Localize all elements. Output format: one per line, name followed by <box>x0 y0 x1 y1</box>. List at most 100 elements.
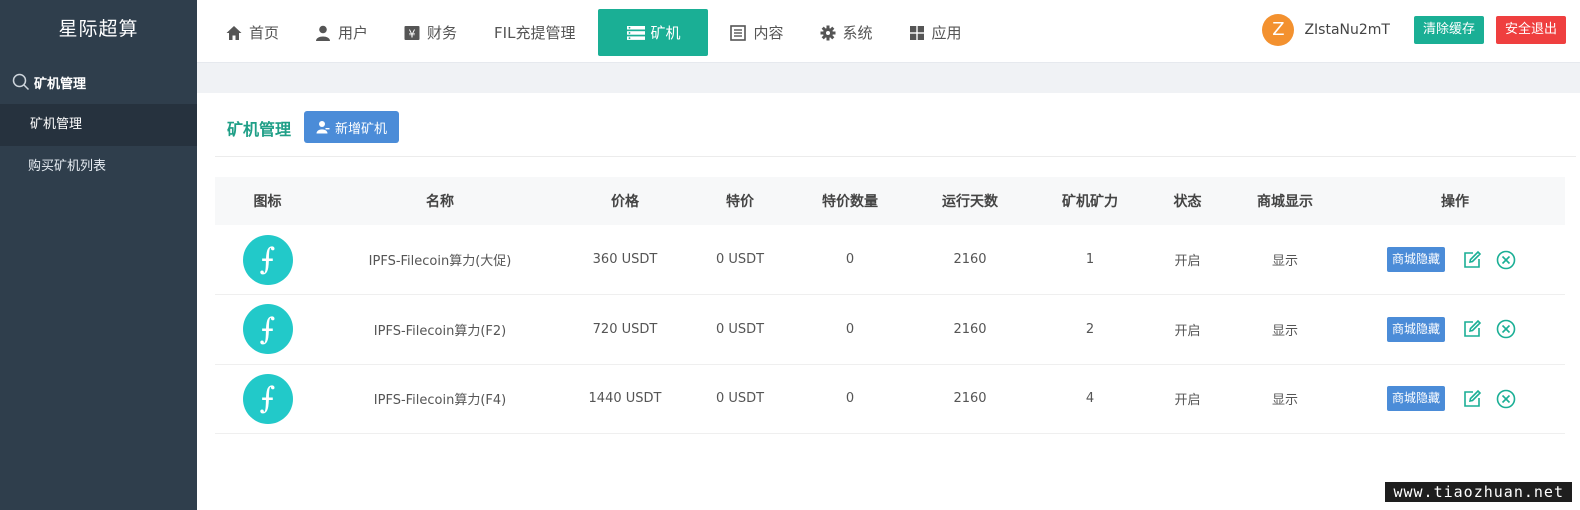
gear-icon <box>819 24 837 42</box>
col-header-shop-display: 商城显示 <box>1225 177 1345 225</box>
cell-status: 开启 <box>1150 225 1225 295</box>
cell-status: 开启 <box>1150 294 1225 365</box>
user-area: Z ZIstaNu2mT 清除缓存 安全退出 <box>1262 14 1566 46</box>
row-actions: 商城隐藏 <box>1345 247 1565 272</box>
shop-hide-button[interactable]: 商城隐藏 <box>1386 247 1445 272</box>
cell-name: IPFS-Filecoin算力(大促) <box>320 225 560 295</box>
cell-status: 开启 <box>1150 364 1225 434</box>
apps-icon <box>908 24 926 42</box>
table-row: ⨍ IPFS-Filecoin算力(F2) 720 USDT 0 USDT 0 … <box>215 294 1565 365</box>
col-header-special: 特价 <box>690 177 790 225</box>
col-header-status: 状态 <box>1150 177 1225 225</box>
nav-home[interactable]: 首页 <box>211 9 293 56</box>
sidebar-section-header[interactable]: 矿机管理 <box>0 60 197 104</box>
row-actions: 商城隐藏 <box>1345 386 1565 412</box>
sidebar-item-purchase-list[interactable]: 购买矿机列表 <box>0 146 197 188</box>
svg-text:¥: ¥ <box>409 27 416 40</box>
col-header-days: 运行天数 <box>910 177 1030 225</box>
shop-hide-button[interactable]: 商城隐藏 <box>1386 316 1445 342</box>
edit-icon[interactable] <box>1462 389 1482 409</box>
nav-fil-label: FIL充提管理 <box>494 24 576 42</box>
top-navbar: 首页 用户 ¥ 财务 FIL充提管理 矿机 内容 系统 应用 Z ZIstaNu… <box>197 0 1580 63</box>
content-icon <box>729 24 747 42</box>
cell-days: 2160 <box>910 225 1030 295</box>
username[interactable]: ZIstaNu2mT <box>1304 22 1390 38</box>
cell-special-qty: 0 <box>790 225 910 295</box>
nav-miner[interactable]: 矿机 <box>598 9 709 56</box>
col-header-special-qty: 特价数量 <box>790 177 910 225</box>
server-icon <box>626 24 646 42</box>
page-title: 矿机管理 <box>227 120 292 139</box>
edit-icon[interactable] <box>1462 319 1482 339</box>
col-header-icon: 图标 <box>215 177 320 225</box>
add-miner-button[interactable]: 新增矿机 <box>304 111 400 143</box>
cell-power: 4 <box>1030 364 1150 434</box>
page-header: 矿机管理 新增矿机 <box>215 111 1576 157</box>
nav-system[interactable]: 系统 <box>805 9 887 56</box>
avatar[interactable]: Z <box>1262 14 1295 46</box>
main-nav: 首页 用户 ¥ 财务 FIL充提管理 矿机 内容 系统 应用 <box>211 9 983 56</box>
cell-price: 720 USDT <box>560 294 690 365</box>
sidebar: 星际超算 矿机管理 矿机管理 购买矿机列表 <box>0 0 197 510</box>
nav-content[interactable]: 内容 <box>715 9 797 56</box>
add-user-icon <box>316 120 330 134</box>
home-icon <box>225 24 243 42</box>
nav-users[interactable]: 用户 <box>300 9 382 56</box>
cell-power: 2 <box>1030 294 1150 365</box>
cell-special-qty: 0 <box>790 294 910 365</box>
add-miner-label: 新增矿机 <box>335 121 388 137</box>
cell-shop-display: 显示 <box>1225 225 1345 295</box>
cell-shop-display: 显示 <box>1225 364 1345 434</box>
cell-special: 0 USDT <box>690 225 790 295</box>
delete-icon[interactable] <box>1496 319 1516 339</box>
clear-cache-button[interactable]: 清除缓存 <box>1413 16 1484 44</box>
col-header-actions: 操作 <box>1345 177 1565 225</box>
col-header-power: 矿机矿力 <box>1030 177 1150 225</box>
row-actions: 商城隐藏 <box>1345 316 1565 342</box>
edit-icon[interactable] <box>1462 250 1482 270</box>
nav-users-label: 用户 <box>338 24 369 42</box>
content-top-spacer <box>197 63 1580 93</box>
nav-home-label: 首页 <box>249 24 280 42</box>
cell-name: IPFS-Filecoin算力(F2) <box>320 294 560 365</box>
nav-apps-label: 应用 <box>931 24 962 42</box>
main-content: 矿机管理 新增矿机 图标 名称 价格 特价 特价数量 运行天数 矿机矿力 状态 … <box>197 93 1580 510</box>
cell-power: 1 <box>1030 225 1150 295</box>
table-row: ⨍ IPFS-Filecoin算力(F4) 1440 USDT 0 USDT 0… <box>215 364 1565 434</box>
cell-days: 2160 <box>910 294 1030 365</box>
table-header-row: 图标 名称 价格 特价 特价数量 运行天数 矿机矿力 状态 商城显示 操作 <box>215 177 1565 225</box>
cell-days: 2160 <box>910 364 1030 434</box>
cell-price: 1440 USDT <box>560 364 690 434</box>
cell-special: 0 USDT <box>690 364 790 434</box>
col-header-name: 名称 <box>320 177 560 225</box>
delete-icon[interactable] <box>1496 389 1516 409</box>
nav-fil-management[interactable]: FIL充提管理 <box>478 9 591 56</box>
nav-finance[interactable]: ¥ 财务 <box>389 9 471 56</box>
watermark: www.tiaozhuan.net <box>1385 482 1572 502</box>
nav-finance-label: 财务 <box>427 24 458 42</box>
filecoin-icon: ⨍ <box>242 234 293 285</box>
miner-table: 图标 名称 价格 特价 特价数量 运行天数 矿机矿力 状态 商城显示 操作 ⨍ … <box>215 177 1565 434</box>
table-row: ⨍ IPFS-Filecoin算力(大促) 360 USDT 0 USDT 0 … <box>215 225 1565 295</box>
nav-content-label: 内容 <box>753 24 784 42</box>
nav-miner-label: 矿机 <box>650 24 681 42</box>
col-header-price: 价格 <box>560 177 690 225</box>
cell-special-qty: 0 <box>790 364 910 434</box>
delete-icon[interactable] <box>1496 250 1516 270</box>
logout-button[interactable]: 安全退出 <box>1495 16 1566 44</box>
nav-apps[interactable]: 应用 <box>894 9 976 56</box>
filecoin-icon: ⨍ <box>242 304 293 355</box>
brand-title: 星际超算 <box>58 18 139 40</box>
shop-hide-button[interactable]: 商城隐藏 <box>1386 386 1445 412</box>
cell-shop-display: 显示 <box>1225 294 1345 365</box>
cell-name: IPFS-Filecoin算力(F4) <box>320 364 560 434</box>
cell-special: 0 USDT <box>690 294 790 365</box>
filecoin-icon: ⨍ <box>242 373 293 424</box>
search-icon <box>12 73 30 91</box>
cell-price: 360 USDT <box>560 225 690 295</box>
user-icon <box>314 24 332 42</box>
sidebar-item-miner-management[interactable]: 矿机管理 <box>0 104 197 146</box>
nav-system-label: 系统 <box>842 24 873 42</box>
finance-icon: ¥ <box>403 24 421 42</box>
sidebar-section-label: 矿机管理 <box>34 76 87 92</box>
